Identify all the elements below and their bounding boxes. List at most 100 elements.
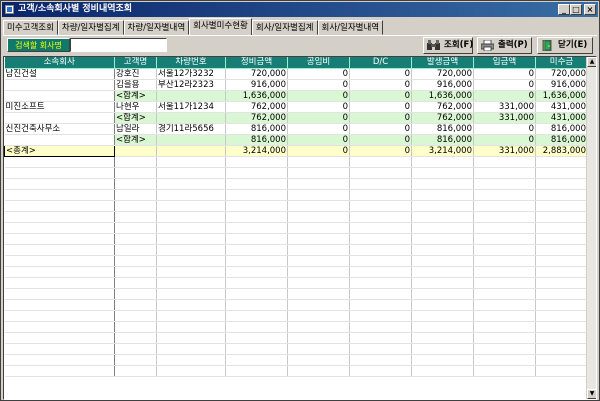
table-cell[interactable]: 816,000	[411, 123, 474, 135]
column-header[interactable]: 차량번호	[156, 57, 226, 69]
table-cell[interactable]: 경기11라5656	[156, 123, 226, 135]
table-cell[interactable]: 2,883,000	[535, 145, 588, 157]
table-row[interactable]: 김을용 부산12라2323 916,000 0 0 916,000 0 916,000	[4, 79, 588, 91]
table-cell[interactable]: 나현우	[114, 101, 157, 113]
subtotal-row[interactable]: <합계> 816,000 0 0 816,000 0 816,000	[4, 134, 588, 146]
table-row[interactable]: 신진건축사무소 남일라 경기11라5656 816,000 0 0 816,000 0 816,…	[4, 123, 588, 135]
table-cell[interactable]: 미진소프트	[4, 101, 115, 113]
table-cell[interactable]: 0	[287, 112, 350, 124]
print-button[interactable]: 출력(P)	[477, 37, 532, 54]
table-cell[interactable]: 331,000	[473, 101, 536, 113]
table-cell[interactable]: <합계>	[114, 112, 157, 124]
scroll-up-arrow-icon[interactable]: ▲	[587, 57, 596, 67]
table-cell[interactable]: 신진건축사무소	[4, 123, 115, 135]
table-cell[interactable]: 720,000	[411, 68, 474, 80]
tab-2[interactable]: 차량/일자별내역	[123, 20, 190, 35]
table-cell[interactable]: 816,000	[225, 123, 288, 135]
table-cell[interactable]	[156, 145, 226, 157]
table-cell[interactable]: 0	[349, 68, 412, 80]
table-cell[interactable]: 김을용	[114, 79, 157, 91]
table-cell[interactable]: 431,000	[535, 112, 588, 124]
table-cell[interactable]: 서울12가3232	[156, 68, 226, 80]
table-cell[interactable]: 0	[349, 79, 412, 91]
table-cell[interactable]	[4, 90, 115, 102]
table-cell[interactable]: 762,000	[225, 101, 288, 113]
table-cell[interactable]: 720,000	[535, 68, 588, 80]
table-cell[interactable]: 0	[287, 145, 350, 157]
table-cell[interactable]: 1,636,000	[535, 90, 588, 102]
table-cell[interactable]: 762,000	[411, 112, 474, 124]
table-cell[interactable]	[156, 134, 226, 146]
table-cell[interactable]: 816,000	[535, 134, 588, 146]
table-cell[interactable]: 762,000	[411, 101, 474, 113]
table-cell[interactable]: 916,000	[535, 79, 588, 91]
table-cell[interactable]: <총계>	[4, 144, 115, 157]
table-cell[interactable]	[156, 112, 226, 124]
column-header[interactable]: 입금액	[473, 57, 536, 69]
column-header[interactable]: D/C	[349, 57, 412, 69]
receivables-grid[interactable]: 소속회사 고객명 차량번호 정비금액 공임비 D/C 발생금액 입금액 미수금 남진건설 강호진 서…	[3, 56, 597, 400]
table-cell[interactable]: 0	[287, 79, 350, 91]
table-cell[interactable]: 0	[349, 90, 412, 102]
subtotal-row[interactable]: <합계> 762,000 0 0 762,000 331,000 431,000	[4, 112, 588, 124]
column-header[interactable]: 정비금액	[225, 57, 288, 69]
table-cell[interactable]: 0	[473, 79, 536, 91]
close-button[interactable]: 닫기(E)	[537, 37, 593, 54]
minimize-button[interactable]: _	[558, 4, 570, 15]
search-button[interactable]: 조회(F)	[423, 37, 473, 54]
table-cell[interactable]: 0	[473, 134, 536, 146]
subtotal-row[interactable]: <합계> 1,636,000 0 0 1,636,000 0 1,636,000	[4, 90, 588, 102]
table-cell[interactable]	[4, 79, 115, 91]
table-cell[interactable]: 1,636,000	[225, 90, 288, 102]
table-cell[interactable]: 916,000	[411, 79, 474, 91]
table-cell[interactable]: 0	[349, 145, 412, 157]
table-cell[interactable]: 0	[349, 112, 412, 124]
column-header[interactable]: 소속회사	[4, 57, 115, 69]
table-cell[interactable]: 0	[287, 134, 350, 146]
table-cell[interactable]: 0	[287, 123, 350, 135]
table-cell[interactable]: 331,000	[473, 112, 536, 124]
table-cell[interactable]: 3,214,000	[225, 145, 288, 157]
column-header[interactable]: 공임비	[287, 57, 350, 69]
table-row[interactable]: 남진건설 강호진 서울12가3232 720,000 0 0 720,000 0 720,000	[4, 68, 588, 80]
table-cell[interactable]: 0	[349, 134, 412, 146]
table-cell[interactable]: 816,000	[411, 134, 474, 146]
table-cell[interactable]: 남일라	[114, 123, 157, 135]
table-cell[interactable]: 0	[473, 123, 536, 135]
table-cell[interactable]: 431,000	[535, 101, 588, 113]
close-window-button[interactable]: ×	[584, 4, 596, 15]
tab-0[interactable]: 미수고객조회	[3, 20, 58, 35]
table-cell[interactable]: 부산12라2323	[156, 79, 226, 91]
table-cell[interactable]: 720,000	[225, 68, 288, 80]
tab-5[interactable]: 회사/일자별내역	[317, 20, 384, 35]
table-cell[interactable]: 762,000	[225, 112, 288, 124]
tab-3[interactable]: 회사별미수현황	[189, 18, 252, 35]
table-cell[interactable]: 916,000	[225, 79, 288, 91]
table-cell[interactable]: 1,636,000	[411, 90, 474, 102]
table-cell[interactable]: 3,214,000	[411, 145, 474, 157]
company-search-input[interactable]	[70, 38, 167, 52]
table-cell[interactable]: 0	[349, 101, 412, 113]
table-cell[interactable]: 0	[287, 101, 350, 113]
table-cell[interactable]: <합계>	[114, 134, 157, 146]
table-cell[interactable]: 816,000	[225, 134, 288, 146]
table-row[interactable]: 미진소프트 나현우 서울11가1234 762,000 0 0 762,000 331,000…	[4, 101, 588, 113]
table-cell[interactable]: 331,000	[473, 145, 536, 157]
table-cell[interactable]: <합계>	[114, 90, 157, 102]
table-cell[interactable]	[156, 90, 226, 102]
table-cell[interactable]: 서울11가1234	[156, 101, 226, 113]
table-cell[interactable]	[114, 145, 157, 157]
tab-4[interactable]: 회사/일자별집계	[251, 20, 318, 35]
vertical-scrollbar[interactable]: ▲ ▼	[586, 57, 596, 399]
scroll-down-arrow-icon[interactable]: ▼	[587, 389, 596, 399]
tab-1[interactable]: 차량/일자별집계	[57, 20, 124, 35]
table-cell[interactable]	[4, 134, 115, 146]
table-cell[interactable]: 남진건설	[4, 68, 115, 80]
maximize-button[interactable]: □	[570, 4, 582, 15]
table-cell[interactable]: 0	[287, 68, 350, 80]
column-header[interactable]: 미수금	[535, 57, 588, 69]
grand-total-row[interactable]: <총계> 3,214,000 0 0 3,214,000 331,000 2,883,000	[4, 144, 588, 157]
table-cell[interactable]	[4, 112, 115, 124]
table-cell[interactable]: 0	[287, 90, 350, 102]
table-cell[interactable]: 0	[349, 123, 412, 135]
